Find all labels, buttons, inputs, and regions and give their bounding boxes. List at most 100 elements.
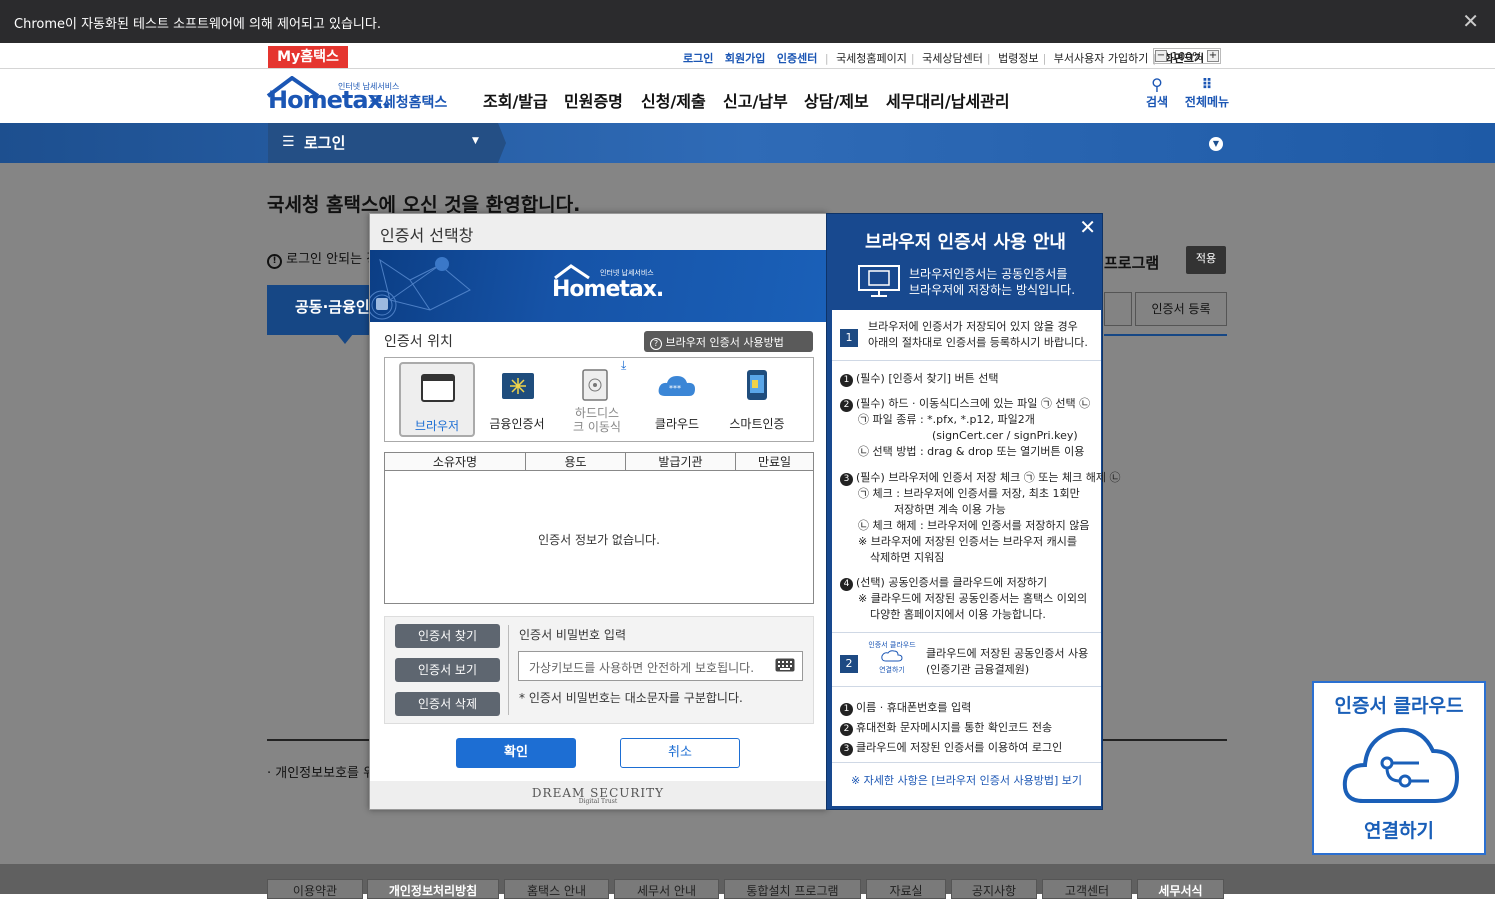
footer-notices[interactable]: 공지사항 [951,879,1037,899]
browser-cert-guide-panel: ✕ 브라우저 인증서 사용 안내 브라우저인증서는 공동인증서를 브라우저에 저… [826,213,1120,810]
footer-hometax-guide[interactable]: 홈택스 안내 [504,879,609,899]
delete-cert-button[interactable]: 인증서 삭제 [395,692,500,716]
dept-user-signup-link[interactable]: 부서사용자 가입하기 [1054,52,1149,65]
dropdown-icon: ▼ [472,136,479,146]
utility-links: 로그인 회원가입 인증센터 | 국세청홈페이지 | 국세상담센터 | 법령정보 | 부… [683,52,1205,65]
cloud-connect-icon [1342,728,1459,803]
question-icon: ? [650,338,662,350]
cert-register-button[interactable]: 인증서 등록 [1135,292,1227,326]
automation-message: Chrome이 자동화된 테스트 소프트웨어에 의해 제어되고 있습니다. [14,17,381,32]
nav-civil-cert[interactable]: 민원증명 [564,88,623,112]
password-input[interactable]: 가상키보드를 사용하면 안전하게 보호됩니다. [518,651,803,681]
browser-window-icon [421,374,455,402]
login-breadcrumb[interactable]: ☰ 로그인 ▼ [268,123,498,163]
monitor-icon [858,265,900,297]
footer-office-guide[interactable]: 세무서 안내 [614,879,719,899]
chevron-down-icon[interactable]: ▼ [1209,137,1223,151]
all-menu-button[interactable]: ⠿ 전체메뉴 [1183,77,1231,110]
search-icon: ⚲ [1151,75,1163,94]
padlock-icon [376,298,388,310]
location-cloud[interactable]: *** 클라우드 [637,358,717,441]
grid-menu-icon: ⠿ [1201,77,1213,93]
view-cert-button[interactable]: 인증서 보기 [395,658,500,682]
banner-logo: Hometax. [552,277,664,302]
column-expiry[interactable]: 만료일 [736,453,813,471]
password-label: 인증서 비밀번호 입력 [519,628,626,642]
guide-detail-link[interactable]: ※ 자세한 사항은 [브라우저 인증서 사용방법] 보기 [832,772,1101,788]
my-hometax-button[interactable]: My홈택스 [268,46,348,68]
footer-customer-center[interactable]: 고객센터 [1042,879,1132,899]
guide-content: 1 브라우저에 인증서가 저장되어 있지 않을 경우 아래의 절차대로 인증서를 … [832,310,1120,806]
step2-text: 클라우드에 저장된 공동인증서 사용 (인증기관 금융결제원) [926,647,1089,676]
confirm-button[interactable]: 확인 [456,738,576,768]
tab-arrow-shape [498,123,506,163]
tab-pointer [337,334,353,344]
cloud-icon: *** [658,376,695,396]
nav-tax-agent[interactable]: 세무대리/납세관리 [886,88,1010,112]
nav-apply[interactable]: 신청/제출 [641,88,706,112]
law-info-link[interactable]: 법령정보 [998,52,1038,65]
empty-message: 인증서 정보가 없습니다. [538,533,660,547]
location-smart-cert[interactable]: 스마트인증 [717,358,797,441]
nav-report-pay[interactable]: 신고/납부 [723,88,788,112]
browser-cert-howto-button[interactable]: ? 브라우저 인증서 사용방법 [644,331,813,352]
footer-privacy[interactable]: 개인정보처리방침 [367,879,499,899]
login-notice: ! 로그인 안되는 경 [267,248,378,269]
financial-cert-icon [502,373,534,399]
consult-center-link[interactable]: 국세상담센터 [922,52,983,65]
location-harddisk[interactable]: ⤓ 하드디스크 이동식 [557,358,637,441]
find-cert-button[interactable]: 인증서 찾기 [395,624,500,648]
column-owner[interactable]: 소유자명 [385,453,526,471]
dialog-title: 인증서 선택창 [370,214,826,250]
password-note: * 인증서 비밀번호는 대소문자를 구분합니다. [519,691,743,705]
zoom-out-button[interactable]: − [1155,50,1167,62]
cloud-card-action: 연결하기 [1364,820,1434,842]
cloud-connect-mini-icon: 인증서 클라우드 연결하기 [868,641,916,674]
cert-list-table: 소유자명 용도 발급기관 만료일 인증서 정보가 없습니다. [384,452,814,604]
location-bar [0,123,1495,163]
location-financial-cert[interactable]: 금융인증서 [477,358,557,441]
nts-homepage-link[interactable]: 국세청홈페이지 [836,52,907,65]
footer-resources[interactable]: 자료실 [866,879,946,899]
cert-location-selector: 브라우저 금융인증서 ⤓ 하드디스크 이동식 *** 클라우드 스마트인증 [384,357,814,442]
harddisk-icon [582,369,608,401]
cloud-icon [881,650,903,662]
footer-terms[interactable]: 이용약관 [267,879,363,899]
network-graphic [370,257,471,320]
privacy-notice: · 개인정보보호를 위 [267,766,376,781]
password-panel: 인증서 찾기 인증서 보기 인증서 삭제 인증서 비밀번호 입력 가상키보드를 … [384,616,814,724]
signup-link[interactable]: 회원가입 [725,52,765,65]
step1-badge: 1 [840,326,858,347]
smartphone-icon [747,370,767,400]
automation-infobar: Chrome이 자동화된 테스트 소프트웨어에 의해 제어되고 있습니다. ✕ [0,0,1495,43]
footer-bar: 이용약관 개인정보처리방침 홈택스 안내 세무서 안내 통합설치 프로그램 자료… [0,864,1495,899]
svg-text:***: *** [669,384,681,393]
cancel-button[interactable]: 취소 [620,738,740,768]
step2-badge: 2 [840,652,858,673]
guide-title: 브라우저 인증서 사용 안내 [865,232,1066,253]
location-browser[interactable]: 브라우저 [399,362,475,437]
nav-inquiry[interactable]: 조회/발급 [483,88,548,112]
cert-location-title: 인증서 위치 [384,334,453,350]
cert-select-dialog: 인증서 선택창 인터넷 납세서비스 Hometax. 인증서 위치 ? 브라우저… [369,213,827,810]
vendor-footer: DREAM SECURITY Digital Trust [370,781,826,809]
nav-consult[interactable]: 상담/제보 [804,88,869,112]
info-icon: ! [267,254,282,269]
keyboard-icon[interactable] [775,658,795,672]
footer-tax-forms[interactable]: 세무서식 [1137,879,1224,899]
column-issuer[interactable]: 발급기관 [626,453,736,471]
close-icon[interactable]: ✕ [1462,9,1479,33]
step1-text: 브라우저에 인증서가 저장되어 있지 않을 경우 아래의 절차대로 인증서를 등록… [868,320,1088,349]
footer-install-program[interactable]: 통합설치 프로그램 [724,879,861,899]
hamburger-icon: ☰ [282,134,295,150]
apply-button[interactable]: 적용 [1186,246,1226,274]
tab-joint-financial-cert[interactable]: 공동·금융인 [267,285,375,335]
login-link[interactable]: 로그인 [683,52,713,65]
cert-center-link[interactable]: 인증센터 [777,52,817,65]
dialog-banner: 인터넷 납세서비스 Hometax. [370,250,826,322]
search-button[interactable]: ⚲ 검색 [1140,77,1174,110]
zoom-in-button[interactable]: + [1206,50,1219,62]
cert-cloud-connect-card[interactable]: 인증서 클라우드 연결하기 [1312,681,1486,855]
tab-segment [1104,292,1132,326]
column-usage[interactable]: 용도 [526,453,626,471]
